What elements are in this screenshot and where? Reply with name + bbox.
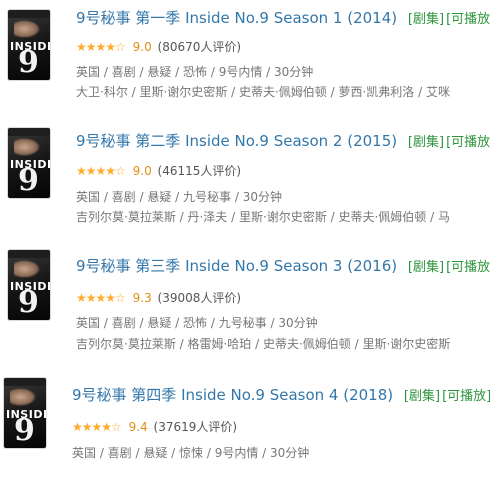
cast-list: 吉列尔莫·莫拉莱斯 / 格雷姆·哈珀 / 史蒂夫·佩姆伯顿 / 里斯·谢尔史密斯	[76, 337, 451, 351]
tag-series[interactable]: 剧集	[408, 12, 444, 27]
rating-count: (80670人评价)	[157, 40, 242, 54]
score: 9.0	[132, 164, 152, 178]
tag-series[interactable]: 剧集	[404, 389, 440, 404]
star-rating-icon: ★★★★☆	[76, 40, 126, 54]
cast-list: 大卫·科尔 / 里斯·谢尔史密斯 / 史蒂夫·佩姆伯顿 / 萝西·凯弗利洛 / …	[76, 85, 450, 99]
tag-series[interactable]: 剧集	[408, 260, 444, 275]
title-link[interactable]: 9号秘事 第三季 Inside No.9 Season 3 (2016) 剧集可…	[76, 255, 490, 276]
rating-row: ★★★★☆ 9.0 (46115人评价)	[76, 162, 241, 179]
cast-list: 吉列尔莫·莫拉莱斯 / 丹·泽夫 / 里斯·谢尔史密斯 / 史蒂夫·佩姆伯顿 /…	[76, 210, 450, 224]
rating-count: (46115人评价)	[157, 164, 242, 178]
star-rating-icon: ★★★★☆	[72, 420, 122, 434]
title-link[interactable]: 9号秘事 第四季 Inside No.9 Season 4 (2018) 剧集可…	[72, 384, 490, 405]
tag-series[interactable]: 剧集	[408, 135, 444, 150]
tag-playable[interactable]: 可播放	[442, 389, 490, 404]
title-text[interactable]: 9号秘事 第一季 Inside No.9 Season 1 (2014)	[76, 9, 397, 27]
meta-info: 英国 / 喜剧 / 悬疑 / 恐怖 / 九号秘事 / 30分钟	[76, 316, 318, 330]
cover-image[interactable]: INSIDE 9	[4, 378, 46, 448]
star-rating-icon: ★★★★☆	[76, 291, 126, 305]
score: 9.3	[132, 291, 152, 305]
result-item: INSIDE 9 9号秘事 第三季 Inside No.9 Season 3 (…	[0, 240, 490, 358]
title-text[interactable]: 9号秘事 第二季 Inside No.9 Season 2 (2015)	[76, 132, 397, 150]
result-item: INSIDE 9 9号秘事 第四季 Inside No.9 Season 4 (…	[0, 368, 490, 486]
cover-image[interactable]: INSIDE 9	[8, 128, 50, 198]
meta-info: 英国 / 喜剧 / 悬疑 / 恐怖 / 9号内情 / 30分钟	[76, 65, 314, 79]
star-rating-icon: ★★★★☆	[76, 164, 126, 178]
tag-playable[interactable]: 可播放	[446, 12, 490, 27]
cover-image[interactable]: INSIDE 9	[8, 250, 50, 320]
score: 9.4	[128, 420, 148, 434]
meta-info: 英国 / 喜剧 / 悬疑 / 惊悚 / 9号内情 / 30分钟	[72, 446, 310, 460]
score: 9.0	[132, 40, 152, 54]
rating-count: (39008人评价)	[157, 291, 242, 305]
result-item: INSIDE 9 9号秘事 第二季 Inside No.9 Season 2 (…	[0, 120, 490, 238]
tag-playable[interactable]: 可播放	[446, 260, 490, 275]
result-item: INSIDE 9 9号秘事 第一季 Inside No.9 Season 1 (…	[0, 0, 490, 118]
cover-image[interactable]: INSIDE 9	[8, 10, 50, 80]
title-link[interactable]: 9号秘事 第一季 Inside No.9 Season 1 (2014) 剧集可…	[76, 7, 490, 28]
rating-count: (37619人评价)	[153, 420, 238, 434]
title-text[interactable]: 9号秘事 第四季 Inside No.9 Season 4 (2018)	[72, 386, 393, 404]
tag-playable[interactable]: 可播放	[446, 135, 490, 150]
meta-info: 英国 / 喜剧 / 悬疑 / 九号秘事 / 30分钟	[76, 190, 282, 204]
rating-row: ★★★★☆ 9.0 (80670人评价)	[76, 38, 241, 55]
rating-row: ★★★★☆ 9.3 (39008人评价)	[76, 289, 241, 306]
title-text[interactable]: 9号秘事 第三季 Inside No.9 Season 3 (2016)	[76, 257, 397, 275]
title-link[interactable]: 9号秘事 第二季 Inside No.9 Season 2 (2015) 剧集可…	[76, 130, 490, 151]
rating-row: ★★★★☆ 9.4 (37619人评价)	[72, 418, 237, 435]
